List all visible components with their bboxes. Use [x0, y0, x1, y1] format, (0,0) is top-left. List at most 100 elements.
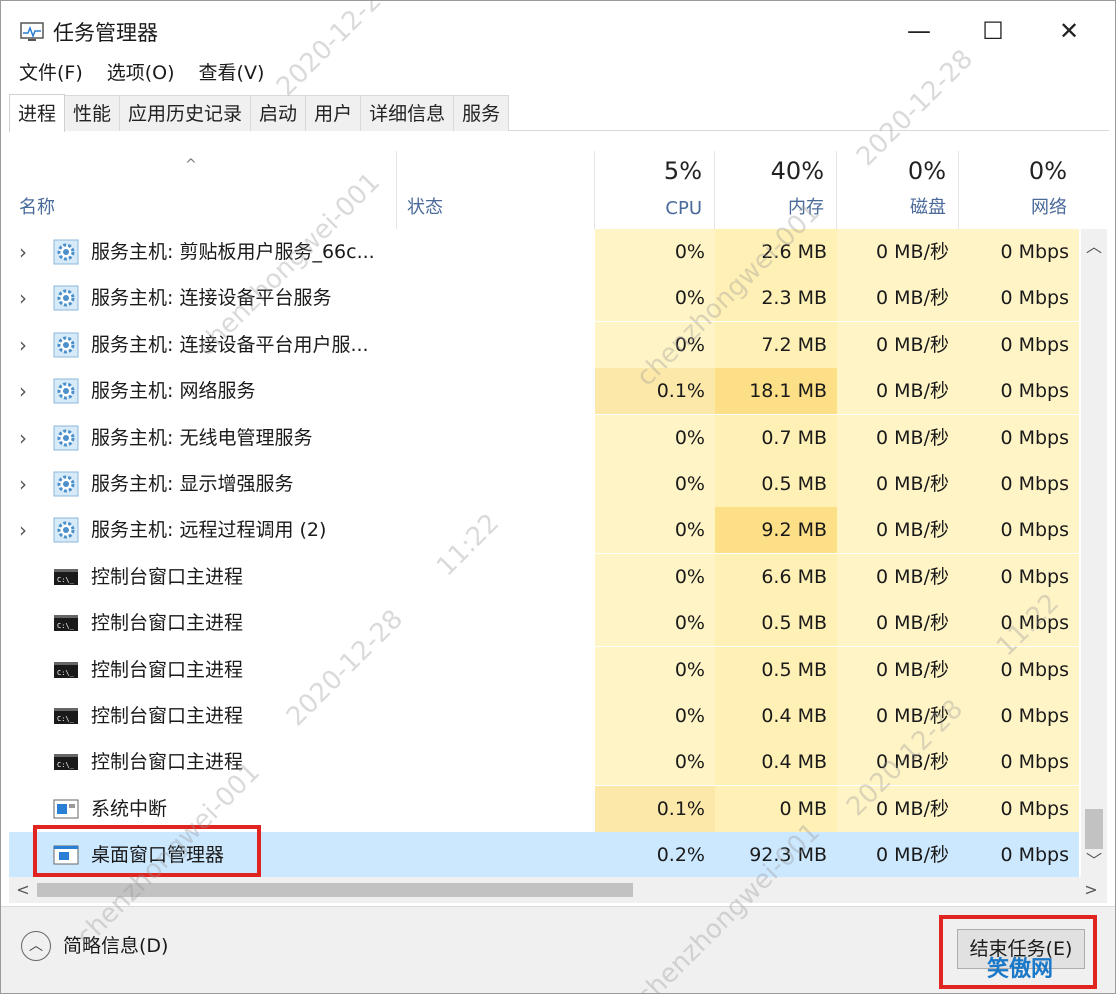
menu-bar: 文件(F) 选项(O) 查看(V)	[11, 58, 280, 88]
disk-value: 0 MB/秒	[837, 647, 959, 693]
memory-value: 9.2 MB	[715, 507, 837, 553]
network-value: 0 Mbps	[959, 368, 1079, 414]
scroll-right-icon[interactable]: >	[1081, 877, 1101, 903]
process-row[interactable]: C:\_ 控制台窗口主进程 0% 0.5 MB 0 MB/秒 0 Mbps	[9, 647, 1079, 693]
process-row[interactable]: › 服务主机: 连接设备平台服务 0% 2.3 MB 0 MB/秒 0 Mbps	[9, 275, 1079, 321]
process-row[interactable]: C:\_ 控制台窗口主进程 0% 0.5 MB 0 MB/秒 0 Mbps	[9, 600, 1079, 646]
tab-performance[interactable]: 性能	[64, 95, 121, 131]
menu-file[interactable]: 文件(F)	[11, 58, 91, 88]
gear-icon	[53, 378, 79, 404]
gear-icon	[53, 239, 79, 265]
menu-view[interactable]: 查看(V)	[191, 58, 273, 88]
console-icon: C:\_	[54, 662, 78, 678]
close-button[interactable]: ✕	[1039, 9, 1099, 53]
process-row[interactable]: › 服务主机: 网络服务 0.1% 18.1 MB 0 MB/秒 0 Mbps	[9, 368, 1079, 414]
svg-text:C:\_: C:\_	[57, 669, 75, 677]
memory-value: 0.5 MB	[715, 461, 837, 507]
disk-value: 0 MB/秒	[837, 461, 959, 507]
scroll-left-icon[interactable]: <	[13, 877, 33, 903]
memory-value: 7.2 MB	[715, 322, 837, 368]
horizontal-scroll-thumb[interactable]	[37, 883, 633, 897]
vertical-scroll-thumb[interactable]	[1085, 809, 1103, 849]
disk-value: 0 MB/秒	[837, 322, 959, 368]
footer-bar: ︿ 简略信息(D) 结束任务(E)	[1, 906, 1115, 993]
process-row[interactable]: C:\_ 控制台窗口主进程 0% 0.4 MB 0 MB/秒 0 Mbps	[9, 739, 1079, 785]
console-icon: C:\_	[54, 708, 78, 724]
svg-text:C:\_: C:\_	[57, 761, 75, 769]
column-name[interactable]: ^ 名称	[9, 151, 397, 229]
expand-chevron-icon[interactable]: ›	[19, 275, 39, 321]
memory-value: 18.1 MB	[715, 368, 837, 414]
tab-services[interactable]: 服务	[453, 95, 510, 131]
cpu-value: 0%	[595, 275, 715, 321]
process-list: › 服务主机: 剪贴板用户服务_66c... 0% 2.6 MB 0 MB/秒 0 Mbp…	[9, 229, 1109, 877]
cpu-value: 0.1%	[595, 786, 715, 832]
process-name: 控制台窗口主进程	[91, 566, 244, 588]
disk-value: 0 MB/秒	[837, 368, 959, 414]
disk-total-percent: 0%	[907, 157, 946, 185]
minimize-button[interactable]: —	[889, 9, 949, 53]
gear-icon	[53, 332, 79, 358]
gear-icon	[53, 517, 79, 543]
fewer-details-link[interactable]: 简略信息(D)	[63, 931, 168, 961]
process-row[interactable]: › 服务主机: 显示增强服务 0% 0.5 MB 0 MB/秒 0 Mbps	[9, 461, 1079, 507]
process-row[interactable]: › 服务主机: 远程过程调用 (2) 0% 9.2 MB 0 MB/秒 0 Mbps	[9, 507, 1079, 553]
horizontal-scrollbar[interactable]: < >	[9, 877, 1107, 903]
process-name: 服务主机: 显示增强服务	[91, 473, 294, 495]
process-name: 服务主机: 连接设备平台服务	[91, 287, 332, 309]
memory-value: 0.7 MB	[715, 415, 837, 461]
expand-chevron-icon[interactable]: ›	[19, 322, 39, 368]
cpu-value: 0.1%	[595, 368, 715, 414]
tab-startup[interactable]: 启动	[250, 95, 307, 131]
memory-total-percent: 40%	[770, 157, 824, 185]
process-name: 服务主机: 连接设备平台用户服...	[91, 334, 369, 356]
tab-processes[interactable]: 进程	[9, 94, 66, 132]
task-manager-window: 任务管理器 — ☐ ✕ 文件(F) 选项(O) 查看(V) 进程 性能 应用历史…	[0, 0, 1116, 994]
maximize-button[interactable]: ☐	[963, 9, 1023, 53]
process-row[interactable]: › 服务主机: 剪贴板用户服务_66c... 0% 2.6 MB 0 MB/秒 0 Mbp…	[9, 229, 1079, 275]
sort-up-icon: ^	[185, 157, 197, 173]
process-name: 服务主机: 网络服务	[91, 380, 256, 402]
column-disk[interactable]: 0% 磁盘	[837, 151, 959, 229]
svg-text:C:\_: C:\_	[57, 622, 75, 630]
process-row[interactable]: C:\_ 控制台窗口主进程 0% 6.6 MB 0 MB/秒 0 Mbps	[9, 554, 1079, 600]
process-row[interactable]: › 服务主机: 连接设备平台用户服... 0% 7.2 MB 0 MB/秒 0 Mbps	[9, 322, 1079, 368]
cpu-value: 0%	[595, 322, 715, 368]
process-row[interactable]: › 服务主机: 无线电管理服务 0% 0.7 MB 0 MB/秒 0 Mbps	[9, 415, 1079, 461]
menu-options[interactable]: 选项(O)	[99, 58, 183, 88]
process-row[interactable]: C:\_ 控制台窗口主进程 0% 0.4 MB 0 MB/秒 0 Mbps	[9, 693, 1079, 739]
expand-chevron-icon[interactable]: ›	[19, 229, 39, 275]
column-memory[interactable]: 40% 内存	[715, 151, 837, 229]
scroll-down-icon[interactable]: ﹀	[1081, 847, 1107, 873]
network-value: 0 Mbps	[959, 832, 1079, 877]
disk-value: 0 MB/秒	[837, 739, 959, 785]
cpu-value: 0%	[595, 415, 715, 461]
column-header: ^ 名称 状态 5% CPU 40% 内存 0% 磁盘 0% 网络	[9, 151, 1109, 229]
expand-chevron-icon[interactable]: ›	[19, 461, 39, 507]
tab-users[interactable]: 用户	[305, 95, 362, 131]
cpu-value: 0%	[595, 461, 715, 507]
disk-value: 0 MB/秒	[837, 600, 959, 646]
scroll-up-icon[interactable]: ︿	[1081, 233, 1107, 259]
column-name-label: 名称	[19, 197, 55, 218]
tab-details[interactable]: 详细信息	[360, 95, 455, 131]
memory-value: 0 MB	[715, 786, 837, 832]
cpu-value: 0%	[595, 600, 715, 646]
expand-chevron-icon[interactable]: ›	[19, 368, 39, 414]
column-network[interactable]: 0% 网络	[959, 151, 1079, 229]
expand-chevron-icon[interactable]: ›	[19, 507, 39, 553]
window-title: 任务管理器	[53, 21, 158, 45]
column-status[interactable]: 状态	[397, 151, 595, 229]
vertical-scrollbar[interactable]: ︿ ﹀	[1081, 229, 1107, 877]
title-bar[interactable]: 任务管理器 — ☐ ✕	[1, 1, 1115, 57]
chevron-up-circle-icon[interactable]: ︿	[21, 931, 51, 961]
console-icon: C:\_	[54, 569, 78, 585]
expand-chevron-icon[interactable]: ›	[19, 415, 39, 461]
network-value: 0 Mbps	[959, 554, 1079, 600]
cpu-value: 0%	[595, 647, 715, 693]
column-cpu[interactable]: 5% CPU	[595, 151, 715, 229]
tab-app-history[interactable]: 应用历史记录	[119, 95, 252, 131]
memory-value: 0.5 MB	[715, 647, 837, 693]
disk-value: 0 MB/秒	[837, 786, 959, 832]
cpu-value: 0.2%	[595, 832, 715, 877]
